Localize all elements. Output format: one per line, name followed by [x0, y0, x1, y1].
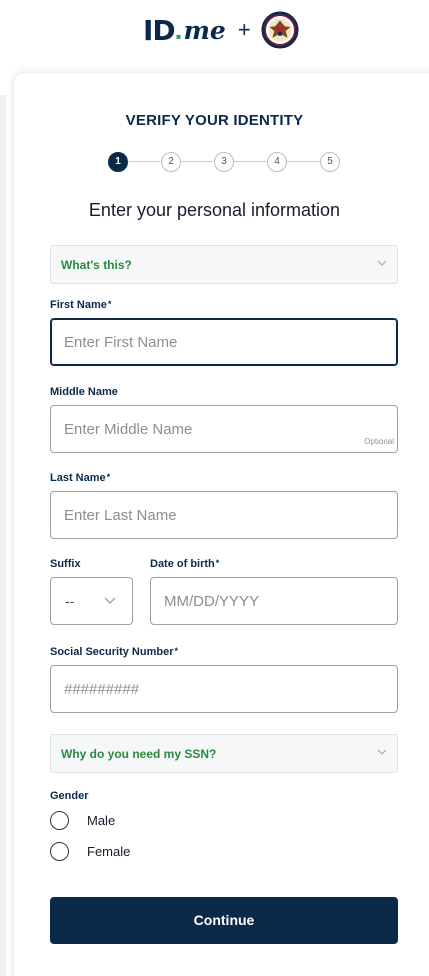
- step-connector: [287, 161, 320, 162]
- chevron-down-icon: [377, 749, 387, 755]
- why-ssn-label: Why do you need my SSN?: [61, 747, 217, 761]
- gender-option-female[interactable]: Female: [50, 841, 130, 861]
- suffix-select[interactable]: --: [50, 577, 133, 625]
- gender-option-male[interactable]: Male: [50, 810, 115, 830]
- chevron-down-icon: [377, 260, 387, 266]
- gender-label: Gender: [50, 790, 89, 802]
- why-ssn-accordion[interactable]: Why do you need my SSN?: [50, 734, 398, 773]
- plus-sign: +: [237, 17, 251, 42]
- step-connector: [234, 161, 266, 162]
- dob-label: Date of birth*: [150, 558, 220, 570]
- ssn-input[interactable]: [50, 665, 398, 713]
- step-3: 3: [214, 152, 234, 172]
- whats-this-label: What's this?: [61, 258, 132, 272]
- idme-logo-me: me: [183, 15, 226, 45]
- optional-tag: Optional: [364, 437, 394, 446]
- suffix-label: Suffix: [50, 558, 81, 570]
- step-connector: [128, 161, 160, 162]
- logo-group: ID. me +: [143, 11, 299, 49]
- last-name-input[interactable]: [50, 491, 398, 539]
- radio-female[interactable]: [50, 841, 69, 861]
- radio-label-female: Female: [87, 843, 131, 859]
- va-seal-icon: [261, 11, 299, 49]
- whats-this-accordion[interactable]: What's this?: [50, 245, 398, 284]
- page-title: VERIFY YOUR IDENTITY: [125, 112, 304, 129]
- page-subtitle: Enter your personal information: [88, 200, 341, 220]
- middle-name-input[interactable]: [50, 405, 398, 453]
- step-1: 1: [108, 152, 128, 172]
- radio-male[interactable]: [50, 810, 69, 830]
- continue-button[interactable]: Continue: [50, 897, 398, 944]
- left-edge-strip: [0, 95, 6, 976]
- step-4: 4: [267, 152, 287, 172]
- ssn-label: Social Security Number*: [50, 646, 179, 658]
- chevron-down-icon: [104, 597, 116, 604]
- logo-dot: .: [174, 14, 183, 45]
- first-name-label: First Name*: [50, 299, 112, 311]
- last-name-label: Last Name*: [50, 472, 111, 484]
- radio-label-male: Male: [87, 812, 116, 828]
- dob-input[interactable]: [150, 577, 398, 625]
- first-name-input[interactable]: [50, 318, 398, 366]
- idme-logo: ID: [143, 13, 176, 47]
- middle-name-label: Middle Name: [50, 386, 118, 398]
- step-5: 5: [320, 152, 340, 172]
- suffix-selected-value: --: [65, 593, 75, 609]
- step-2: 2: [161, 152, 181, 172]
- step-progress: 1 2 3 4 5: [108, 152, 340, 172]
- header: ID. me +: [0, 0, 429, 60]
- step-connector: [181, 161, 213, 162]
